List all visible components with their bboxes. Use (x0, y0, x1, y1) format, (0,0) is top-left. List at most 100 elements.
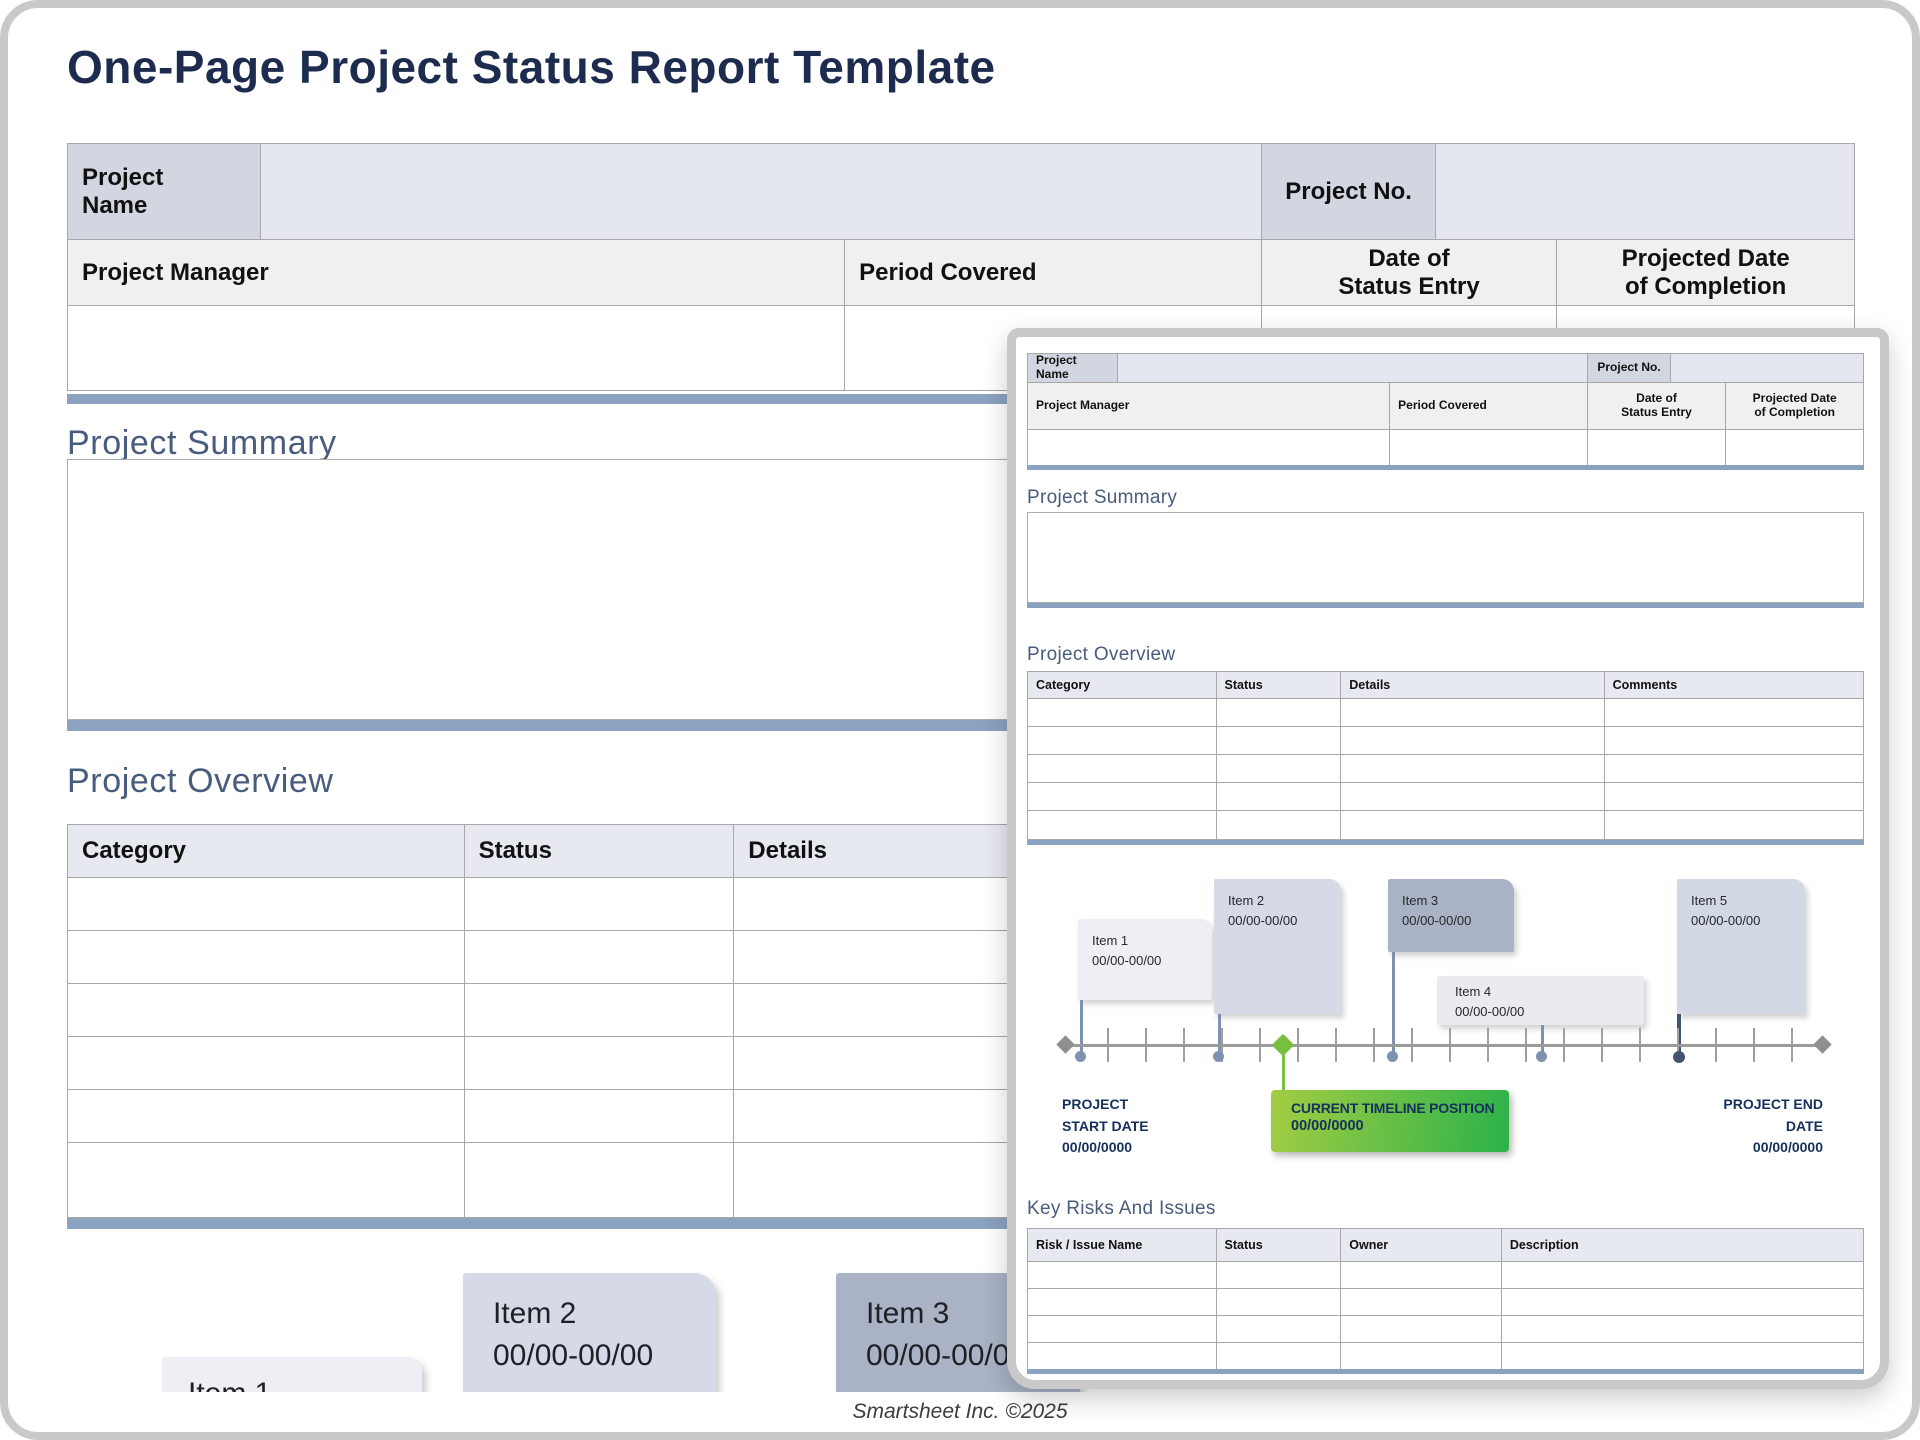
table-row: Project Name Project No. (68, 144, 1854, 240)
current-position-callout: CURRENT TIMELINE POSITION 00/00/0000 (1271, 1090, 1509, 1152)
table-cell[interactable] (1502, 1289, 1863, 1316)
table-cell[interactable] (1217, 699, 1342, 727)
table-cell[interactable] (1217, 811, 1342, 839)
table-cell[interactable] (1726, 430, 1863, 466)
mini-overview-col-category: Category (1028, 672, 1217, 699)
inset-content: Project Name Project No. Project Manager… (1016, 337, 1880, 1380)
mini-project-no-label-cell: Project No. (1588, 354, 1672, 383)
end-label-text: PROJECT END DATE (1723, 1094, 1823, 1137)
table-cell[interactable] (465, 984, 735, 1037)
mini-project-name-label-cell: Project Name (1028, 354, 1118, 383)
table-cell[interactable] (1217, 1289, 1342, 1316)
table-cell[interactable] (1028, 1316, 1217, 1343)
table-cell[interactable] (68, 1143, 465, 1217)
timeline-item-card: Item 1 (162, 1357, 422, 1392)
table-cell[interactable] (1028, 430, 1390, 466)
item-label: Item 1 (1092, 931, 1212, 951)
table-cell[interactable] (1341, 1316, 1502, 1343)
page-title: One-Page Project Status Report Template (67, 40, 996, 94)
inset-preview-panel[interactable]: Project Name Project No. Project Manager… (1007, 328, 1889, 1389)
table-cell[interactable] (1605, 727, 1863, 755)
table-cell[interactable] (1605, 699, 1863, 727)
table-cell[interactable] (1217, 1343, 1342, 1370)
mini-project-summary-heading: Project Summary (1027, 487, 1177, 509)
project-manager-value-cell[interactable] (68, 306, 845, 390)
table-cell[interactable] (1028, 1289, 1217, 1316)
table-cell[interactable] (1341, 1289, 1502, 1316)
table-cell[interactable] (1341, 727, 1604, 755)
mini-project-name-value-cell[interactable] (1118, 354, 1588, 383)
mini-key-risks-table: Risk / Issue Name Status Owner Descripti… (1027, 1228, 1864, 1371)
table-row (1028, 811, 1863, 839)
table-cell[interactable] (1341, 1262, 1502, 1289)
mini-project-overview-table: Category Status Details Comments (1027, 671, 1864, 840)
project-start-date-label: PROJECT START DATE 00/00/0000 (1062, 1094, 1149, 1159)
item-label: Item 1 (188, 1373, 422, 1392)
table-cell[interactable] (1341, 1343, 1502, 1370)
mini-overview-col-comments: Comments (1605, 672, 1863, 699)
project-name-value-cell[interactable] (261, 144, 1262, 240)
timeline-dot-icon (1673, 1051, 1685, 1063)
period-covered-header: Period Covered (845, 240, 1262, 306)
table-cell[interactable] (68, 984, 465, 1037)
table-cell[interactable] (1605, 755, 1863, 783)
table-cell[interactable] (1341, 811, 1604, 839)
section-accent-bar (1027, 1369, 1864, 1374)
table-cell[interactable] (1028, 1343, 1217, 1370)
project-overview-heading: Project Overview (67, 762, 334, 801)
timeline-dot-icon (1387, 1051, 1398, 1062)
item-dates: 00/00-00/00 (1228, 911, 1341, 931)
overview-col-status: Status (465, 825, 735, 878)
mini-projected-date-header: Projected Date of Completion (1726, 383, 1863, 430)
table-cell[interactable] (1217, 1316, 1342, 1343)
mini-date-of-status-entry-header: Date of Status Entry (1588, 383, 1727, 430)
table-cell[interactable] (1028, 727, 1217, 755)
table-cell[interactable] (1605, 783, 1863, 811)
item-label: Item 2 (1228, 891, 1341, 911)
table-cell[interactable] (1341, 755, 1604, 783)
table-cell[interactable] (68, 931, 465, 984)
current-position-stem (1282, 1053, 1285, 1090)
table-cell[interactable] (465, 1037, 735, 1090)
table-cell[interactable] (465, 878, 735, 931)
table-row: Project Manager Period Covered Date of S… (1028, 383, 1863, 430)
table-cell[interactable] (1217, 727, 1342, 755)
table-cell[interactable] (68, 1037, 465, 1090)
table-cell[interactable] (1502, 1343, 1863, 1370)
mini-overview-col-details: Details (1341, 672, 1604, 699)
table-cell[interactable] (1028, 1262, 1217, 1289)
mini-project-no-value-cell[interactable] (1671, 354, 1863, 383)
mini-overview-col-status: Status (1217, 672, 1342, 699)
table-cell[interactable] (465, 1090, 735, 1143)
table-cell[interactable] (1217, 1262, 1342, 1289)
table-cell[interactable] (1502, 1316, 1863, 1343)
table-cell[interactable] (1028, 755, 1217, 783)
current-position-label: CURRENT TIMELINE POSITION (1291, 1100, 1509, 1116)
table-cell[interactable] (1217, 755, 1342, 783)
table-row (1028, 1316, 1863, 1343)
project-no-value-cell[interactable] (1436, 144, 1854, 240)
table-cell[interactable] (1341, 783, 1604, 811)
table-cell[interactable] (1341, 699, 1604, 727)
section-accent-bar (1027, 603, 1864, 608)
table-cell[interactable] (1390, 430, 1588, 466)
item-dates: 00/00-00/00 (493, 1335, 716, 1377)
table-cell[interactable] (1028, 699, 1217, 727)
table-cell[interactable] (68, 878, 465, 931)
table-cell[interactable] (465, 931, 735, 984)
timeline-item-card: Item 2 00/00-00/00 (1214, 879, 1341, 1014)
table-cell[interactable] (1502, 1262, 1863, 1289)
table-cell[interactable] (1028, 783, 1217, 811)
table-cell[interactable] (1028, 811, 1217, 839)
table-row (1028, 727, 1863, 755)
projected-date-header: Projected Date of Completion (1557, 240, 1854, 306)
table-cell[interactable] (465, 1143, 735, 1217)
table-cell[interactable] (68, 1090, 465, 1143)
table-cell[interactable] (1588, 430, 1727, 466)
table-cell[interactable] (1605, 811, 1863, 839)
table-row (1028, 1262, 1863, 1289)
item-dates: 00/00-00/00 (1092, 951, 1212, 971)
mini-project-summary-box[interactable] (1027, 512, 1864, 603)
table-header-row: Risk / Issue Name Status Owner Descripti… (1028, 1229, 1863, 1262)
table-cell[interactable] (1217, 783, 1342, 811)
